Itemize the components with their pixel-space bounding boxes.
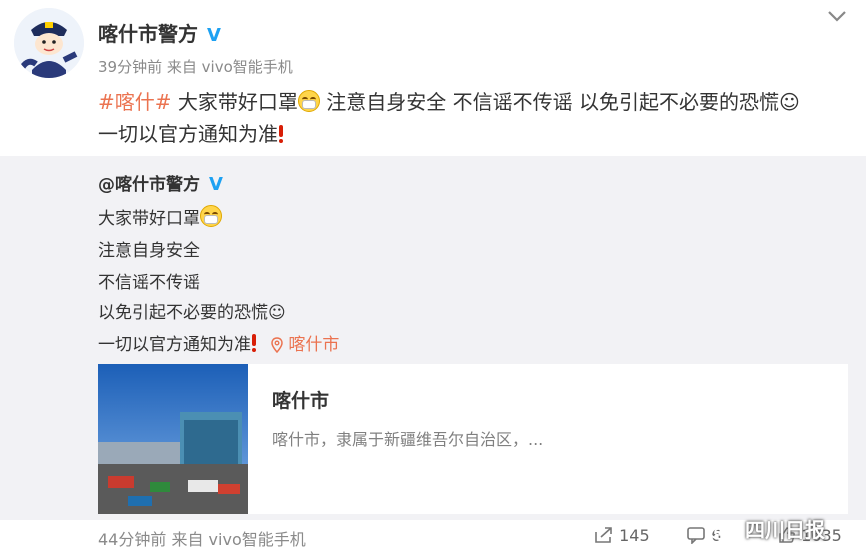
card-description: 喀什市，隶属于新疆维吾尔自治区，... xyxy=(272,430,544,449)
hashtag-link[interactable]: #喀什# xyxy=(98,90,172,114)
quoted-line-4: 以免引起不必要的恐慌☺ xyxy=(98,303,286,323)
mask-emoji-icon xyxy=(297,90,320,112)
post-segment-2: 注意自身安全 不信谣不传谣 以免引起不必要的恐慌☺ xyxy=(319,90,800,114)
quoted-meta: 44分钟前 来自 vivo智能手机 xyxy=(98,526,306,550)
quoted-author-name[interactable]: @喀什市警方 xyxy=(98,175,200,195)
weibo-logo-icon xyxy=(709,520,736,540)
chevron-down-icon[interactable] xyxy=(826,8,848,24)
post-segment-1: 大家带好口罩 xyxy=(171,90,298,114)
exclamation-icon xyxy=(251,334,257,352)
mask-emoji-icon xyxy=(200,205,222,227)
location-link[interactable]: 喀什市 xyxy=(271,335,339,355)
share-icon xyxy=(595,527,612,543)
quoted-line-5: 一切以官方通知为准 喀什市 xyxy=(98,330,339,355)
location-pin-icon xyxy=(271,337,283,353)
post-text: #喀什# 大家带好口罩 注意自身安全 不信谣不传谣 以免引起不必要的恐慌☺ 一切… xyxy=(98,86,848,150)
city-photo xyxy=(98,364,248,514)
location-text[interactable]: 喀什市 xyxy=(288,335,339,355)
quoted-line-2: 注意自身安全 xyxy=(98,241,200,261)
avatar[interactable] xyxy=(14,8,84,78)
quoted-line-3: 不信谣不传谣 xyxy=(98,273,200,293)
author-name[interactable]: 喀什市警方 V xyxy=(98,18,224,47)
verified-icon: V xyxy=(209,174,223,195)
card-title[interactable]: 喀什市 xyxy=(272,386,329,413)
quoted-author[interactable]: @喀什市警方 V xyxy=(98,170,226,196)
quoted-source: 来自 vivo智能手机 xyxy=(171,530,306,549)
post-time[interactable]: 39分钟前 xyxy=(98,58,162,76)
watermark: 四川日报 xyxy=(708,514,825,543)
post-source: 来自 vivo智能手机 xyxy=(166,58,293,76)
quoted-time[interactable]: 44分钟前 xyxy=(98,530,166,549)
quoted-line-1-text: 大家带好口罩 xyxy=(98,209,200,229)
post-meta: 39分钟前 来自 vivo智能手机 xyxy=(98,56,293,77)
share-button[interactable]: 145 xyxy=(594,526,650,545)
verified-icon: V xyxy=(204,26,224,46)
watermark-text: 四川日报 xyxy=(744,518,825,542)
quoted-line-1: 大家带好口罩 xyxy=(98,204,222,229)
comment-icon xyxy=(687,527,705,544)
post-segment-3: 一切以官方通知为准 xyxy=(98,122,278,146)
author-name-text[interactable]: 喀什市警方 xyxy=(98,22,198,46)
share-count: 145 xyxy=(619,526,650,545)
exclamation-icon xyxy=(278,125,284,143)
quoted-line-5-text: 一切以官方通知为准 xyxy=(98,335,251,355)
